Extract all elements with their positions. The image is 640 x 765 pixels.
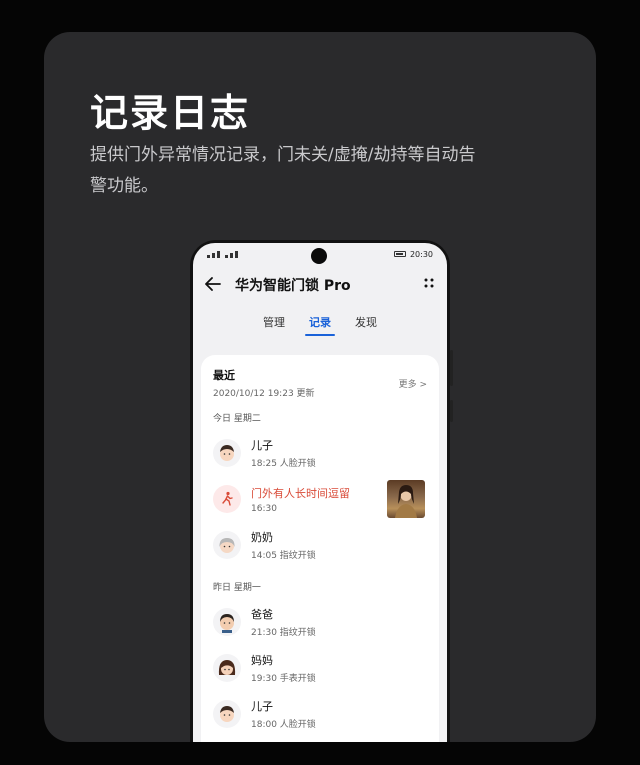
grandma-avatar-icon (213, 531, 241, 559)
phone-screen: 20:30 华为智能门锁 Pro 管理 记录 发现 最近 2020/10/12 … (193, 243, 447, 742)
tab-manage[interactable]: 管理 (263, 308, 285, 336)
tab-bar: 管理 记录 发现 (193, 305, 447, 339)
signal-icon (207, 250, 238, 258)
record-item[interactable]: 妈妈 19:30 手表开锁 (213, 645, 427, 691)
record-item[interactable]: 爸爸 21:30 指纹开锁 (213, 599, 427, 645)
record-name: 奶奶 (251, 531, 273, 544)
walking-person-icon (213, 485, 241, 513)
app-bar: 华为智能门锁 Pro (193, 265, 447, 305)
record-detail: 16:30 (251, 503, 277, 514)
boy-avatar-icon (213, 439, 241, 467)
promo-description: 提供门外异常情况记录，门未关/虚掩/劫持等自动告警功能。 (90, 145, 476, 196)
recent-header: 最近 2020/10/12 19:23 更新 更多 > (213, 367, 427, 399)
battery-icon (393, 251, 406, 257)
record-detail: 18:00 人脸开锁 (251, 720, 316, 730)
records-panel: 最近 2020/10/12 19:23 更新 更多 > 今日 星期二 儿子 18… (201, 355, 439, 742)
power-button (450, 400, 453, 422)
record-detail: 19:30 手表开锁 (251, 674, 316, 684)
promo-title: 记录日志 (90, 91, 251, 135)
promo-card: 记录日志 提供门外异常情况记录，门未关/虚掩/劫持等自动告警功能。 20:30 (44, 32, 596, 742)
dad-avatar-icon (213, 608, 241, 636)
record-name: 儿子 (251, 439, 273, 452)
record-item-alert[interactable]: 门外有人长时间逗留 16:30 (213, 476, 427, 522)
record-name: 爸爸 (251, 608, 273, 621)
status-time: 20:30 (409, 249, 433, 259)
arrow-left-icon[interactable] (205, 275, 235, 296)
phone-mockup: 20:30 华为智能门锁 Pro 管理 记录 发现 最近 2020/10/12 … (190, 240, 453, 742)
record-item[interactable]: 儿子 18:00 人脸开锁 (213, 691, 427, 737)
visitor-photo-thumbnail[interactable] (387, 480, 425, 518)
front-camera (311, 248, 327, 264)
app-title: 华为智能门锁 Pro (235, 278, 351, 294)
tab-records[interactable]: 记录 (305, 308, 335, 336)
volume-button (450, 350, 453, 386)
recent-updated-time: 2020/10/12 19:23 更新 (213, 389, 315, 399)
record-detail: 21:30 指纹开锁 (251, 628, 316, 638)
four-dots-icon[interactable] (423, 277, 435, 293)
record-detail: 18:25 人脸开锁 (251, 459, 316, 469)
mom-avatar-icon (213, 654, 241, 682)
tab-discover[interactable]: 发现 (355, 308, 377, 336)
record-name: 儿子 (251, 700, 273, 713)
record-detail: 14:05 指纹开锁 (251, 551, 316, 561)
recent-title: 最近 (213, 369, 235, 382)
record-name: 门外有人长时间逗留 (251, 486, 350, 500)
record-item[interactable]: 奶奶 14:05 指纹开锁 (213, 522, 427, 568)
more-link[interactable]: 更多 > (399, 377, 427, 390)
boy-avatar-icon (213, 700, 241, 728)
record-item[interactable]: 儿子 18:25 人脸开锁 (213, 430, 427, 476)
day-label-yesterday: 昨日 星期一 (213, 583, 261, 593)
day-label-today: 今日 星期二 (213, 414, 261, 424)
record-name: 妈妈 (251, 654, 273, 667)
